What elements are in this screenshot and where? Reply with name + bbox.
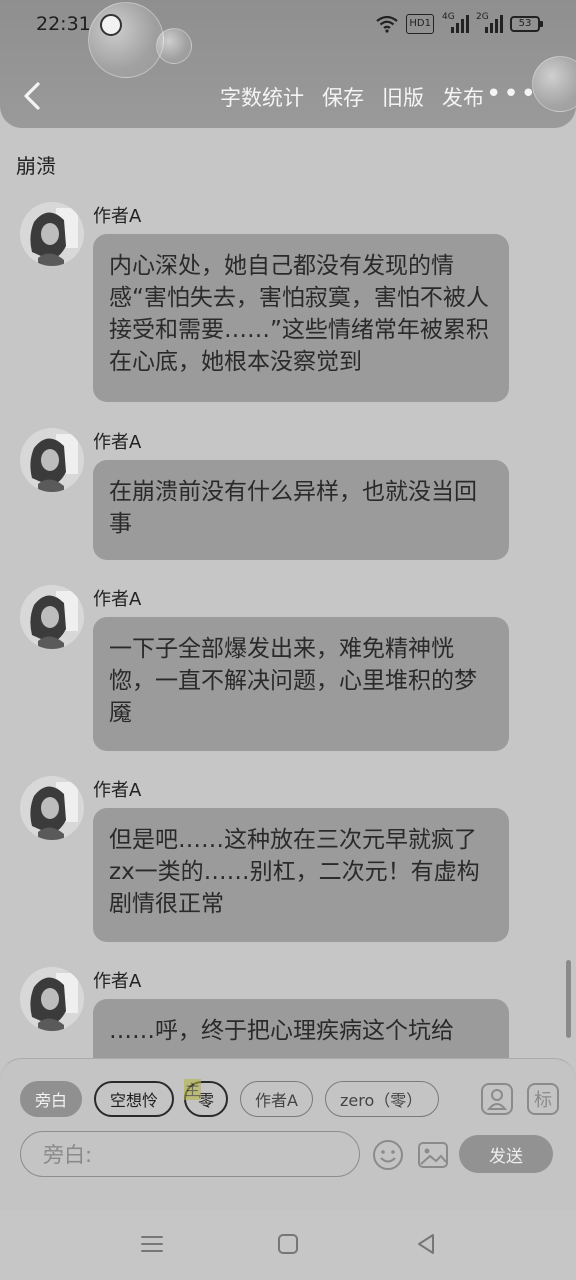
- avatar[interactable]: [20, 202, 84, 266]
- scrollbar[interactable]: [566, 960, 571, 1038]
- message-bubble[interactable]: 内心深处，她自己都没有发现的情感“害怕失去，害怕寂寞，害怕不被人接受和需要……”…: [93, 234, 509, 402]
- system-nav-bar: [0, 1210, 576, 1280]
- back-triangle-icon[interactable]: [412, 1230, 440, 1258]
- editor-nav: 字数统计 保存 旧版 发布 •••: [0, 70, 576, 122]
- avatar[interactable]: [20, 428, 84, 492]
- message-item[interactable]: 作者A ……呼，终于把心理疾病这个坑给: [0, 965, 576, 1058]
- message-author: 作者A: [93, 589, 142, 610]
- signal-2g-icon: 2G: [476, 12, 503, 33]
- status-icons: HD1 4G 2G 53: [376, 12, 543, 34]
- old-version-button[interactable]: 旧版: [382, 82, 424, 112]
- role-chips: 旁白 空想怜 主 零 作者A zero（零）: [20, 1079, 439, 1117]
- more-icon[interactable]: •••: [486, 81, 538, 107]
- avatar[interactable]: [20, 776, 84, 840]
- message-bubble[interactable]: 但是吧……这种放在三次元早就疯了zx一类的……别杠，二次元！有虚构剧情很正常: [93, 808, 509, 942]
- nav-actions: 字数统计 保存 旧版 发布: [220, 82, 484, 112]
- send-button[interactable]: 发送: [459, 1135, 553, 1173]
- message-author: 作者A: [93, 432, 142, 453]
- status-bar: 22:31 HD1 4G 2G 53: [0, 0, 576, 52]
- menu-icon[interactable]: [138, 1230, 166, 1258]
- role-chip-group: 空想怜 主 零: [94, 1079, 229, 1117]
- role-chip-narrator[interactable]: 旁白: [20, 1081, 83, 1117]
- signal-2g-label: 2G: [476, 12, 489, 22]
- home-icon[interactable]: [274, 1230, 302, 1258]
- chapter-title: 崩溃: [16, 154, 56, 178]
- message-bubble[interactable]: 在崩溃前没有什么异样，也就没当回事: [93, 460, 509, 560]
- battery-icon: 53: [510, 16, 543, 32]
- back-arrow-icon[interactable]: [18, 78, 48, 114]
- role-chip-zero[interactable]: zero（零）: [325, 1081, 439, 1117]
- role-chip-author-a[interactable]: 作者A: [240, 1081, 313, 1117]
- image-icon[interactable]: [417, 1139, 449, 1171]
- role-chip-kongxianglian[interactable]: 空想怜: [94, 1081, 175, 1117]
- wifi-icon: [376, 14, 399, 34]
- person-icon[interactable]: [481, 1083, 513, 1115]
- emoji-icon[interactable]: [372, 1139, 404, 1171]
- avatar[interactable]: [20, 967, 84, 1031]
- status-time: 22:31: [36, 13, 91, 35]
- signal-4g-icon: 4G: [442, 12, 469, 33]
- signal-4g-label: 4G: [442, 12, 455, 22]
- message-author: 作者A: [93, 206, 142, 227]
- message-bubble[interactable]: 一下子全部爆发出来，难免精神恍惚，一直不解决问题，心里堆积的梦魇: [93, 617, 509, 751]
- message-bubble[interactable]: ……呼，终于把心理疾病这个坑给: [93, 999, 509, 1058]
- main-role-tag: 主: [184, 1079, 202, 1100]
- top-header: 22:31 HD1 4G 2G 53 字数统计 保存 旧版 发布 •••: [0, 0, 576, 128]
- message-input[interactable]: 旁白:: [20, 1131, 360, 1177]
- message-author: 作者A: [93, 780, 142, 801]
- baidu-paw-icon: [100, 14, 122, 36]
- avatar[interactable]: [20, 585, 84, 649]
- save-button[interactable]: 保存: [322, 82, 364, 112]
- publish-button[interactable]: 发布: [442, 82, 484, 112]
- tag-icon[interactable]: 标: [527, 1083, 559, 1115]
- compose-panel: 旁白 空想怜 主 零 作者A zero（零） 标 旁白: 发送: [0, 1058, 576, 1210]
- hd-icon: HD1: [406, 14, 434, 34]
- message-author: 作者A: [93, 971, 142, 992]
- word-count-button[interactable]: 字数统计: [220, 82, 304, 112]
